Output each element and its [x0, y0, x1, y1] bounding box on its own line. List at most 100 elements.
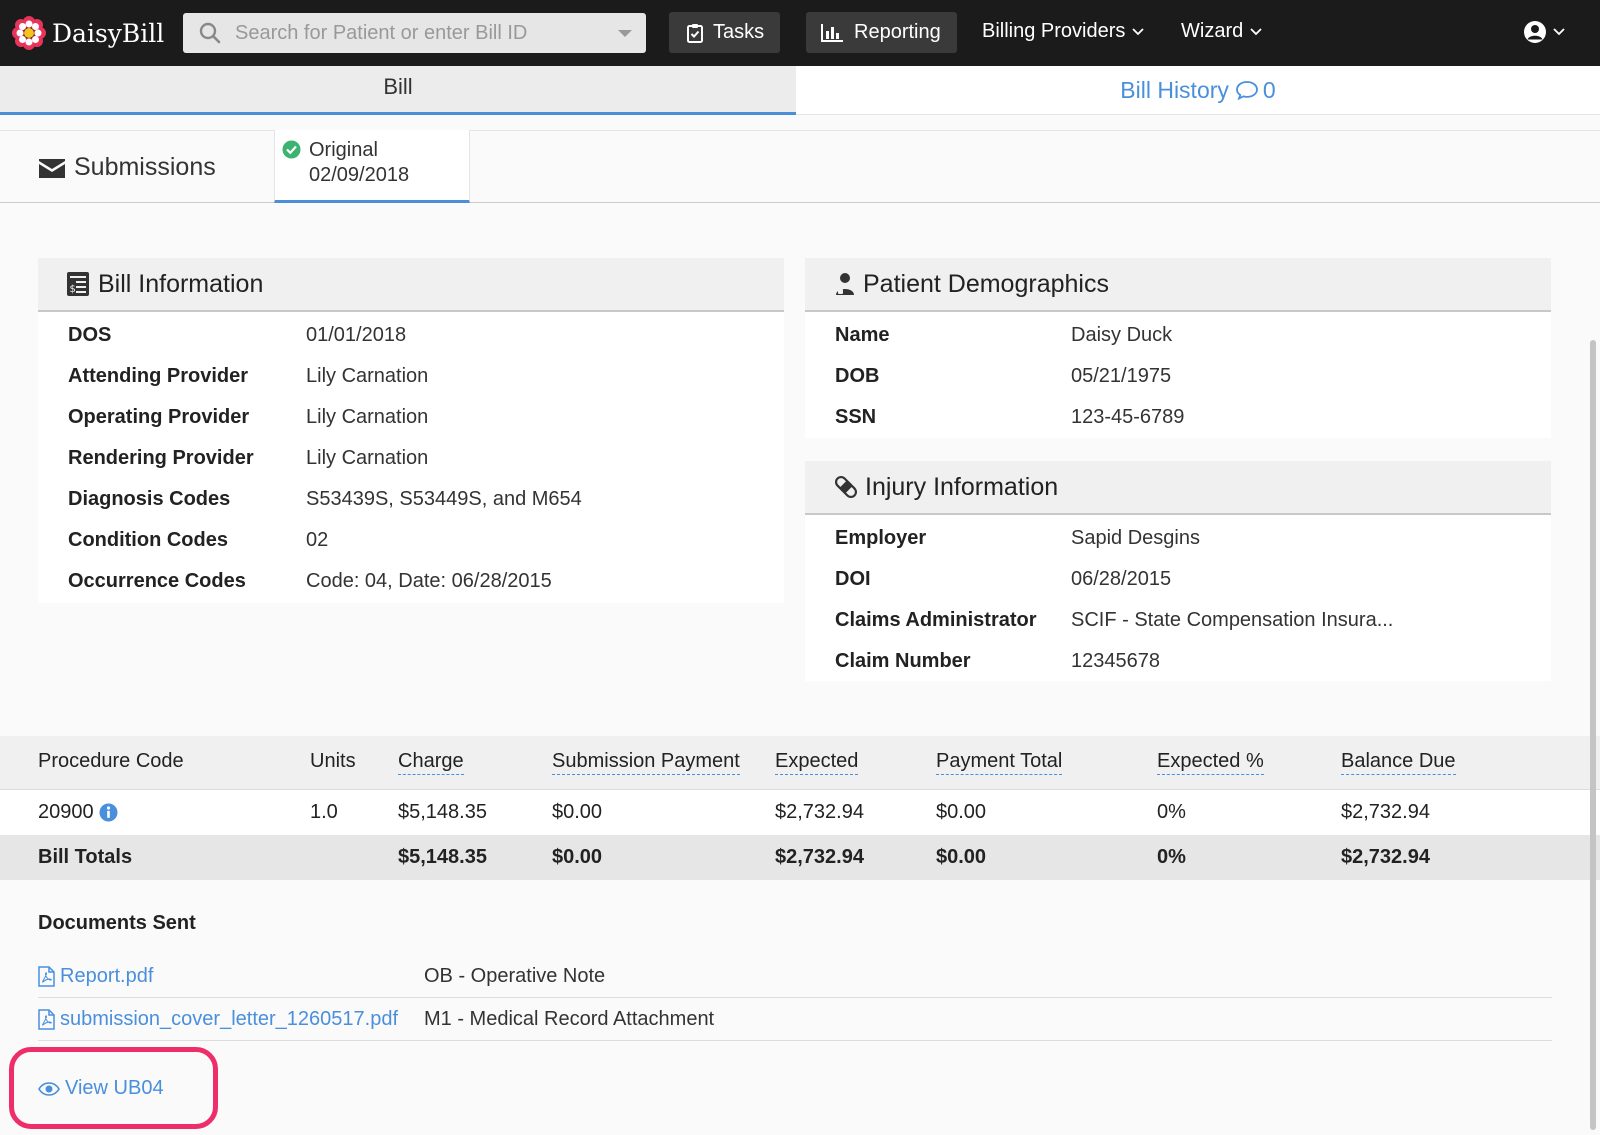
tab-bill[interactable]: Bill — [0, 66, 796, 115]
patient-row: Name Daisy Duck — [805, 316, 1551, 357]
clipboard-check-icon — [687, 23, 703, 43]
search-dropdown-caret-icon[interactable] — [618, 30, 632, 37]
field-label: Claim Number — [835, 650, 971, 672]
bill-totals-row: Bill Totals $5,148.35 $0.00 $2,732.94 $0… — [0, 835, 1600, 880]
highlight-annotation — [9, 1047, 218, 1129]
injury-row: Claim Number 12345678 — [805, 642, 1551, 683]
charge-cell: $5,148.35 — [398, 801, 487, 823]
chevron-down-icon — [1132, 27, 1145, 35]
field-label: Operating Provider — [68, 406, 250, 428]
pdf-file-icon — [38, 966, 55, 987]
search-input[interactable] — [235, 21, 595, 45]
brand-logo[interactable]: DaisyBill — [12, 16, 164, 50]
col-payment-total[interactable]: Payment Total — [936, 750, 1063, 775]
patient-demographics-title: Patient Demographics — [863, 269, 1109, 298]
patient-row: SSN 123-45-6789 — [805, 398, 1551, 439]
user-menu[interactable] — [1523, 20, 1565, 44]
patient-demographics-panel: Patient Demographics Name Daisy Duck DOB 0… — [805, 258, 1551, 438]
top-navbar: DaisyBill Tasks Reporting Billing Provid… — [0, 0, 1600, 66]
bill-info-row: Attending Provider Lily Carnation — [38, 357, 784, 398]
field-value: 05/21/1975 — [1071, 365, 1172, 387]
page-scrollbar[interactable] — [1590, 340, 1596, 1130]
field-value: 12345678 — [1071, 650, 1160, 672]
bill-tabs: Bill Bill History 0 — [0, 66, 1600, 116]
submissions-heading: Submissions — [38, 153, 216, 182]
billing-providers-menu[interactable]: Billing Providers — [982, 20, 1145, 43]
balance-due-cell: $2,732.94 — [1341, 801, 1430, 823]
patient-row: DOB 05/21/1975 — [805, 357, 1551, 398]
field-value: 01/01/2018 — [306, 324, 407, 346]
svg-text:$: $ — [70, 284, 76, 295]
document-type: M1 - Medical Record Attachment — [424, 1008, 715, 1030]
procedure-table-header: Procedure Code Units Charge Submission P… — [0, 736, 1600, 790]
col-expected[interactable]: Expected — [775, 750, 859, 775]
document-row: Report.pdf OB - Operative Note — [38, 955, 1552, 998]
user-doctor-icon — [836, 273, 854, 295]
tasks-button[interactable]: Tasks — [669, 12, 781, 53]
col-charge[interactable]: Charge — [398, 750, 464, 775]
injury-information-rows: Employer Sapid Desgins DOI 06/28/2015 Clai… — [805, 515, 1551, 683]
field-value: 02 — [306, 529, 329, 551]
wizard-label: Wizard — [1181, 20, 1244, 42]
field-value: 123-45-6789 — [1071, 406, 1185, 428]
field-label: DOI — [835, 568, 871, 590]
brand-name: DaisyBill — [52, 18, 165, 48]
wizard-menu[interactable]: Wizard — [1181, 20, 1262, 43]
document-file-name: Report.pdf — [60, 965, 154, 987]
field-label: Occurrence Codes — [68, 570, 246, 592]
bill-information-rows: DOS 01/01/2018 Attending Provider Lily Car… — [38, 312, 784, 603]
field-value: Lily Carnation — [306, 406, 429, 428]
field-label: Diagnosis Codes — [68, 488, 231, 510]
bill-information-title: Bill Information — [98, 269, 264, 298]
field-label: Employer — [835, 527, 927, 549]
submission-tab-date: 02/09/2018 — [309, 164, 410, 186]
comment-icon — [1236, 81, 1258, 100]
bandage-icon — [835, 475, 857, 499]
submission-tab-original[interactable]: Original 02/09/2018 — [274, 130, 470, 203]
procedure-code-cell: 20900 — [38, 801, 118, 824]
procedure-code: 20900 — [38, 801, 94, 823]
submission-payment-cell: $0.00 — [552, 801, 603, 823]
document-row: submission_cover_letter_1260517.pdf M1 -… — [38, 998, 1552, 1041]
procedure-table: Procedure Code Units Charge Submission P… — [0, 736, 1600, 880]
field-label: DOB — [835, 365, 880, 387]
expected-cell: $2,732.94 — [775, 801, 864, 823]
expected-percent-cell: 0% — [1157, 801, 1186, 823]
field-label: SSN — [835, 406, 877, 428]
patient-search[interactable] — [183, 13, 646, 53]
col-units: Units — [310, 750, 356, 772]
col-submission-payment[interactable]: Submission Payment — [552, 750, 740, 775]
total-expected: $2,732.94 — [775, 846, 864, 868]
field-value: Lily Carnation — [306, 365, 429, 387]
field-label: DOS — [68, 324, 112, 346]
units-cell: 1.0 — [310, 801, 338, 823]
bill-info-row: Occurrence Codes Code: 04, Date: 06/28/20… — [38, 562, 784, 603]
tab-bill-history-label: Bill History — [1120, 77, 1229, 103]
col-expected-percent[interactable]: Expected % — [1157, 750, 1264, 775]
info-icon[interactable] — [99, 803, 118, 822]
pdf-file-icon — [38, 1009, 55, 1030]
field-label: Rendering Provider — [68, 447, 254, 469]
documents-sent-title: Documents Sent — [38, 912, 196, 934]
chevron-down-icon — [1250, 27, 1262, 35]
document-file-name: submission_cover_letter_1260517.pdf — [60, 1008, 398, 1030]
tab-bill-history[interactable]: Bill History 0 — [796, 66, 1600, 115]
total-balance-due: $2,732.94 — [1341, 846, 1430, 868]
col-balance-due[interactable]: Balance Due — [1341, 750, 1456, 775]
reporting-button[interactable]: Reporting — [806, 12, 957, 53]
submissions-bar: Submissions Original 02/09/2018 — [0, 130, 1600, 203]
field-value: 06/28/2015 — [1071, 568, 1172, 590]
invoice-icon: $ — [67, 272, 89, 296]
bill-info-row: Rendering Provider Lily Carnation — [38, 439, 784, 480]
field-value: Sapid Desgins — [1071, 527, 1200, 549]
document-link[interactable]: Report.pdf — [38, 965, 153, 988]
bill-information-panel: $ Bill Information DOS 01/01/2018 Attendi… — [38, 258, 784, 603]
billing-providers-label: Billing Providers — [982, 20, 1126, 42]
bill-info-row: Condition Codes 02 — [38, 521, 784, 562]
injury-information-panel: Injury Information Employer Sapid Desgins… — [805, 461, 1551, 681]
injury-row: Employer Sapid Desgins — [805, 519, 1551, 560]
field-label: Claims Administrator — [835, 609, 1037, 631]
document-link[interactable]: submission_cover_letter_1260517.pdf — [38, 1008, 398, 1031]
daisy-icon — [12, 16, 46, 50]
submission-tab-label: Original — [309, 139, 378, 161]
